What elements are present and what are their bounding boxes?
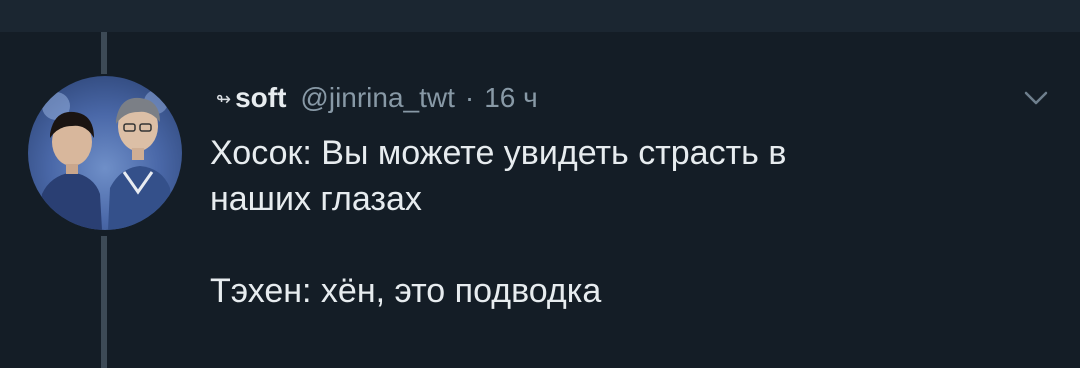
thread-line-lower: [101, 236, 107, 368]
link-arrow-icon: ↬: [216, 88, 232, 109]
chevron-down-icon: [1024, 91, 1048, 105]
tweet-text: Хосок: Вы можете увидеть страсть в наших…: [210, 130, 1030, 314]
user-handle[interactable]: @jinrina_twt: [300, 82, 454, 114]
top-strip: [0, 0, 1080, 32]
separator-dot: ·: [464, 82, 475, 113]
avatar[interactable]: [28, 76, 182, 230]
thread-line-upper: [101, 32, 107, 74]
tweet-header: ↬ soft @jinrina_twt · 16 ч: [216, 80, 538, 116]
display-name[interactable]: soft: [235, 82, 286, 114]
tweet-line: Хосок: Вы можете увидеть страсть в: [210, 134, 787, 172]
tweet-line: наших глазах: [210, 180, 422, 218]
tweet-menu-button[interactable]: [1018, 86, 1054, 110]
tweet-line-blank: [210, 222, 1030, 268]
avatar-image: [38, 90, 174, 230]
tweet-line: Тэхен: хён, это подводка: [210, 272, 602, 310]
timestamp[interactable]: 16 ч: [484, 82, 538, 114]
